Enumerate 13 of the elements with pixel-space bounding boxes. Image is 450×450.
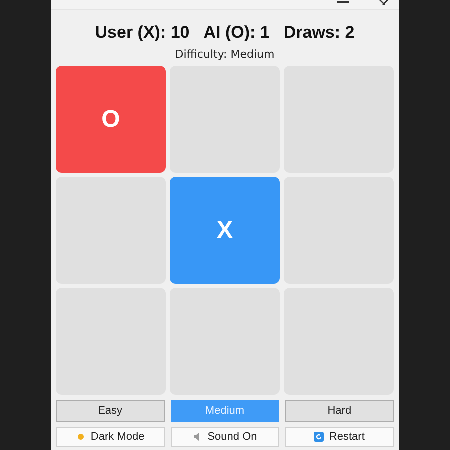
user-score: User (X): 10 xyxy=(95,23,190,43)
minimize-icon[interactable] xyxy=(337,0,349,4)
difficulty-label: Difficulty: Medium xyxy=(174,48,276,61)
sound-button[interactable]: Sound On xyxy=(170,427,280,447)
restart-button[interactable]: Restart xyxy=(285,427,394,447)
board-cell[interactable]: O xyxy=(56,66,166,173)
restart-icon xyxy=(314,432,324,442)
ai-score: AI (O): 1 xyxy=(204,23,270,43)
draws-count: Draws: 2 xyxy=(284,23,355,43)
difficulty-button[interactable]: Easy xyxy=(56,400,165,422)
theme-button[interactable]: Dark Mode xyxy=(56,427,165,447)
difficulty-button[interactable]: Hard xyxy=(285,400,394,422)
sun-icon xyxy=(76,432,86,442)
